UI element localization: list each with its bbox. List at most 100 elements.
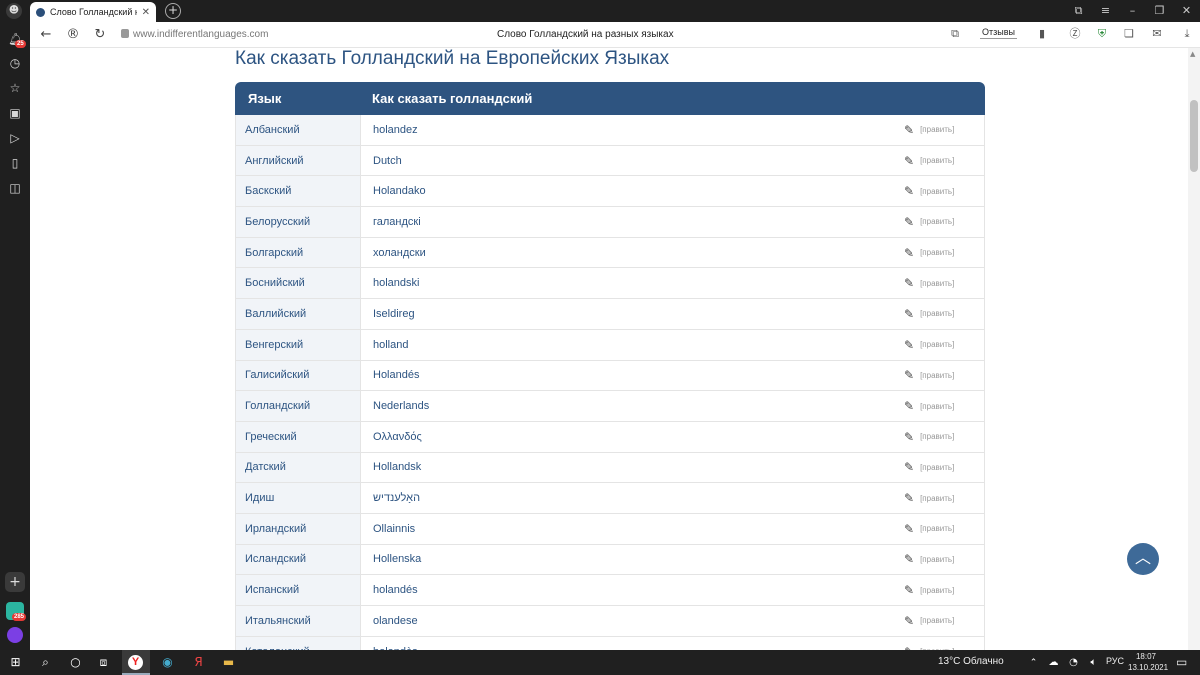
pencil-icon[interactable]: ✎ — [904, 246, 914, 260]
extension-shield-icon[interactable]: ⛨ — [1095, 27, 1109, 41]
edit-label[interactable]: [править] — [920, 402, 954, 411]
language-cell[interactable]: Боснийский — [236, 268, 361, 299]
edit-link[interactable]: ✎ [править] — [904, 514, 984, 544]
language-cell[interactable]: Белорусский — [236, 207, 361, 237]
windows-start-icon[interactable]: ⊞ — [7, 654, 24, 671]
yandex-browser-icon[interactable]: Y — [128, 655, 143, 670]
add-panel-button[interactable]: + — [5, 572, 25, 592]
pencil-icon[interactable]: ✎ — [904, 368, 914, 382]
edit-label[interactable]: [править] — [920, 156, 954, 165]
reviews-button[interactable]: Отзывы — [980, 26, 1017, 39]
history-icon[interactable]: ◷ — [8, 56, 22, 70]
downloads-arrow-icon[interactable]: ⤓ — [1180, 27, 1194, 41]
scroll-to-top-button[interactable]: ︿ — [1127, 543, 1159, 575]
edit-link[interactable]: ✎[править] — [904, 238, 984, 268]
language-cell[interactable]: Каталонский — [236, 636, 361, 650]
cortana-icon[interactable]: ○ — [67, 654, 84, 671]
edit-label[interactable]: [править] — [920, 555, 954, 564]
language-cell[interactable]: Албанский — [236, 115, 361, 145]
edit-label[interactable]: [править] — [920, 279, 954, 288]
edit-link[interactable]: ✎ [править] — [904, 146, 984, 176]
edit-link[interactable]: ✎ [править] — [904, 299, 984, 329]
edit-link[interactable]: ✎ [править] — [904, 483, 984, 513]
pencil-icon[interactable]: ✎ — [904, 552, 914, 566]
edit-label[interactable]: [править] — [920, 125, 954, 134]
edit-label[interactable]: [править] — [920, 586, 954, 595]
language-cell[interactable]: Исландский — [236, 544, 361, 575]
yandex-app-icon[interactable]: Я — [190, 654, 207, 671]
pencil-icon[interactable]: ✎ — [904, 522, 914, 536]
edit-label[interactable]: [править] — [920, 432, 954, 441]
pencil-icon[interactable]: ✎ — [904, 338, 914, 352]
edit-label[interactable]: [править] — [920, 616, 954, 625]
edit-label[interactable]: [править] — [920, 371, 954, 380]
close-tab-icon[interactable]: ✕ — [142, 7, 150, 18]
pencil-icon[interactable]: ✎ — [904, 614, 914, 628]
protect-icon[interactable]: ® — [65, 27, 81, 43]
language-cell[interactable]: Английский — [236, 145, 361, 176]
edit-link[interactable]: ✎[править] — [904, 637, 984, 650]
edit-link[interactable]: ✎[править] — [904, 207, 984, 237]
pencil-icon[interactable]: ✎ — [904, 154, 914, 168]
edit-link[interactable]: ✎ [править] — [904, 545, 984, 575]
action-center-icon[interactable]: ▭ — [1176, 655, 1187, 669]
edit-label[interactable]: [править] — [920, 524, 954, 533]
network-icon[interactable]: ◔ — [1065, 654, 1082, 671]
scroll-up-arrow-icon[interactable]: ▲ — [1190, 50, 1195, 58]
edit-link[interactable]: ✎ [править] — [904, 268, 984, 298]
weather-widget[interactable]: 13°C Облачно — [938, 656, 1004, 667]
new-tab-button[interactable]: + — [165, 3, 181, 19]
edit-label[interactable]: [править] — [920, 309, 954, 318]
edit-label[interactable]: [править] — [920, 217, 954, 226]
edit-link[interactable]: ✎ [править] — [904, 176, 984, 206]
pencil-icon[interactable]: ✎ — [904, 276, 914, 290]
tray-chevron-icon[interactable]: ⌃ — [1025, 655, 1042, 672]
language-cell[interactable]: Итальянский — [236, 606, 361, 636]
edit-label[interactable]: [править] — [920, 494, 954, 503]
minimize-button[interactable]: – — [1119, 0, 1146, 22]
edit-link[interactable]: ✎ [править] — [904, 361, 984, 391]
url-field[interactable]: www.indifferentlanguages.com — [133, 29, 268, 40]
edge-icon[interactable]: ◉ — [159, 654, 176, 671]
edit-link[interactable]: ✎[править] — [904, 575, 984, 605]
bookmark-icon[interactable]: ▮ — [1035, 27, 1049, 41]
collections-icon[interactable]: ⧉ — [1065, 0, 1092, 22]
pencil-icon[interactable]: ✎ — [904, 123, 914, 137]
edit-link[interactable]: ✎[править] — [904, 453, 984, 483]
edit-link[interactable]: ✎ [править] — [904, 606, 984, 636]
edit-label[interactable]: [править] — [920, 463, 954, 472]
extension-icon[interactable]: ❏ — [1122, 27, 1136, 41]
language-cell[interactable]: Галисийский — [236, 360, 361, 391]
clock[interactable]: 18:07 13.10.2021 — [1128, 651, 1168, 673]
close-window-button[interactable]: ✕ — [1173, 0, 1200, 22]
reload-icon[interactable]: ↻ — [92, 27, 108, 43]
language-cell[interactable]: Венгерский — [236, 329, 361, 360]
pencil-icon[interactable]: ✎ — [904, 307, 914, 321]
file-explorer-icon[interactable]: ▬ — [220, 654, 237, 671]
screenshot-icon[interactable]: ◫ — [8, 181, 22, 195]
scrollbar-thumb[interactable] — [1190, 100, 1198, 172]
mail-icon[interactable]: ✉ — [1150, 27, 1164, 41]
browser-menu-icon[interactable]: ☻ — [6, 3, 22, 19]
play-icon[interactable]: ▷ — [8, 131, 22, 145]
alice-assistant-icon[interactable] — [7, 627, 23, 643]
edit-link[interactable]: ✎ [править] — [904, 330, 984, 360]
page-scrollbar[interactable]: ▲ — [1188, 48, 1200, 650]
pencil-icon[interactable]: ✎ — [904, 430, 914, 444]
volume-icon[interactable]: 🔈︎ — [1085, 654, 1102, 671]
edit-link[interactable]: ✎ [править] — [904, 422, 984, 452]
language-cell[interactable]: Баскский — [236, 176, 361, 207]
downloads-icon[interactable]: ▯ — [8, 156, 22, 170]
edit-label[interactable]: [править] — [920, 340, 954, 349]
language-cell[interactable]: Болгарский — [236, 237, 361, 268]
pencil-icon[interactable]: ✎ — [904, 491, 914, 505]
tab-active[interactable]: Слово Голландский на ✕ — [30, 2, 156, 22]
language-cell[interactable]: Датский — [236, 452, 361, 483]
task-view-icon[interactable]: ⧈ — [95, 654, 112, 671]
translate-icon[interactable]: ⧉ — [948, 27, 962, 41]
edit-label[interactable]: [править] — [920, 187, 954, 196]
restore-button[interactable]: ❐ — [1146, 0, 1173, 22]
edit-link[interactable]: ✎[править] — [904, 391, 984, 421]
pencil-icon[interactable]: ✎ — [904, 184, 914, 198]
onedrive-icon[interactable]: ☁ — [1045, 654, 1062, 671]
